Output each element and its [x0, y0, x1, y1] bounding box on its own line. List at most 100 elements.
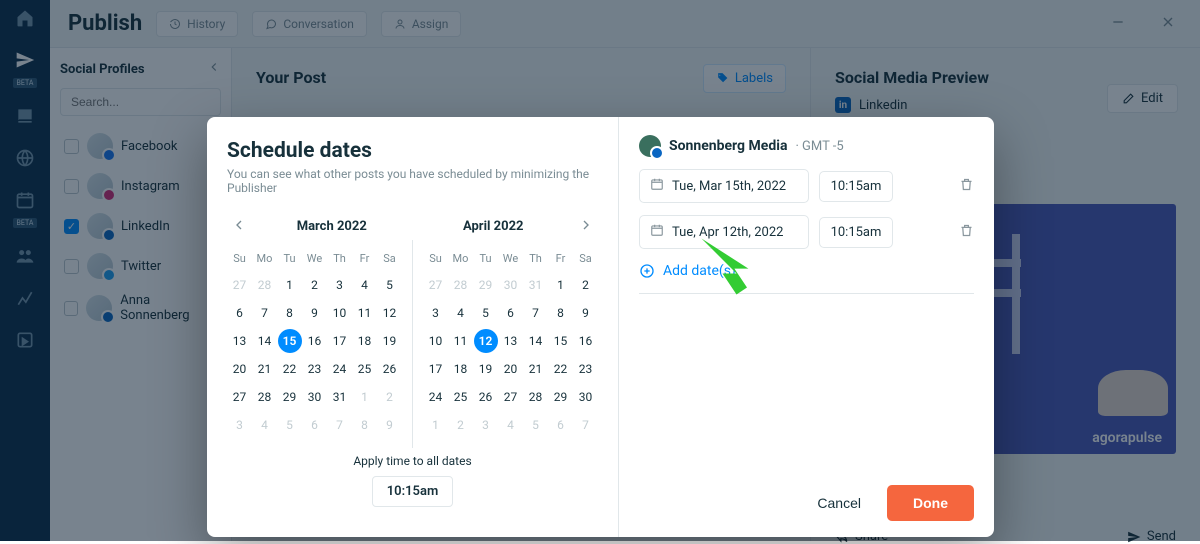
calendar-day[interactable]: 3	[423, 299, 448, 327]
calendar-day[interactable]: 19	[473, 355, 498, 383]
calendar-day[interactable]: 11	[448, 327, 473, 355]
calendar-day[interactable]: 28	[252, 271, 277, 299]
timezone-label: · GMT -5	[795, 139, 843, 154]
cancel-button[interactable]: Cancel	[811, 494, 867, 512]
calendar-day[interactable]: 26	[473, 383, 498, 411]
calendar-day[interactable]: 2	[573, 271, 598, 299]
calendar-day[interactable]: 13	[498, 327, 523, 355]
calendar-day[interactable]: 9	[573, 299, 598, 327]
calendar-day[interactable]: 23	[573, 355, 598, 383]
delete-date-button[interactable]	[959, 177, 974, 196]
calendar-day[interactable]: 6	[227, 299, 252, 327]
calendar-day[interactable]: 27	[227, 271, 252, 299]
calendar-day[interactable]: 5	[473, 299, 498, 327]
scheduled-date-input[interactable]: Tue, Apr 12th, 2022	[639, 215, 809, 249]
calendar-day[interactable]: 12	[473, 327, 498, 355]
calendar-day[interactable]: 27	[498, 383, 523, 411]
calendar-day[interactable]: 6	[548, 411, 573, 439]
calendar-day[interactable]: 3	[327, 271, 352, 299]
calendar-day[interactable]: 10	[423, 327, 448, 355]
calendar-day[interactable]: 11	[352, 299, 377, 327]
apply-time-input[interactable]: 10:15am	[372, 476, 454, 507]
calendar-day[interactable]: 1	[277, 271, 302, 299]
calendar-day[interactable]: 7	[327, 411, 352, 439]
calendar-day[interactable]: 30	[302, 383, 327, 411]
calendar-day[interactable]: 4	[448, 299, 473, 327]
calendar-day[interactable]: 9	[377, 411, 402, 439]
scheduled-date-input[interactable]: Tue, Mar 15th, 2022	[639, 169, 809, 203]
apply-time-label: Apply time to all dates	[227, 454, 598, 468]
calendar-day[interactable]: 31	[327, 383, 352, 411]
calendar-day[interactable]: 28	[523, 383, 548, 411]
calendar-day[interactable]: 10	[327, 299, 352, 327]
calendar-day[interactable]: 21	[252, 355, 277, 383]
calendar-day[interactable]: 28	[252, 383, 277, 411]
calendar-day[interactable]: 17	[327, 327, 352, 355]
calendar-day[interactable]: 5	[523, 411, 548, 439]
calendar-day[interactable]: 4	[352, 271, 377, 299]
calendar-day[interactable]: 8	[352, 411, 377, 439]
calendar-day[interactable]: 3	[473, 411, 498, 439]
calendar-day[interactable]: 18	[448, 355, 473, 383]
calendar-day[interactable]: 17	[423, 355, 448, 383]
calendar-day[interactable]: 24	[327, 355, 352, 383]
done-button[interactable]: Done	[887, 485, 974, 521]
calendar-day[interactable]: 31	[523, 271, 548, 299]
calendar-day[interactable]: 22	[548, 355, 573, 383]
calendar-day[interactable]: 29	[548, 383, 573, 411]
calendar-day[interactable]: 25	[448, 383, 473, 411]
calendar-day[interactable]: 6	[302, 411, 327, 439]
calendar-day[interactable]: 6	[498, 299, 523, 327]
calendar-day[interactable]: 20	[227, 355, 252, 383]
calendar-day[interactable]: 1	[548, 271, 573, 299]
calendar-day[interactable]: 23	[302, 355, 327, 383]
calendar-day[interactable]: 30	[573, 383, 598, 411]
calendar-day[interactable]: 24	[423, 383, 448, 411]
calendar-day[interactable]: 15	[277, 327, 302, 355]
calendar-day[interactable]: 7	[523, 299, 548, 327]
calendar-day[interactable]: 28	[448, 271, 473, 299]
scheduled-time-input[interactable]: 10:15am	[819, 171, 893, 202]
calendar-day[interactable]: 8	[548, 299, 573, 327]
calendar-day[interactable]: 21	[523, 355, 548, 383]
calendar-day[interactable]: 14	[523, 327, 548, 355]
calendar-day[interactable]: 4	[252, 411, 277, 439]
calendar-day[interactable]: 15	[548, 327, 573, 355]
calendar-day[interactable]: 13	[227, 327, 252, 355]
delete-date-button[interactable]	[959, 223, 974, 242]
calendar-day[interactable]: 9	[302, 299, 327, 327]
calendar-day[interactable]: 27	[227, 383, 252, 411]
calendar-day[interactable]: 18	[352, 327, 377, 355]
calendar-day[interactable]: 1	[423, 411, 448, 439]
add-dates-button[interactable]: Add date(s)	[639, 263, 974, 279]
calendar-day[interactable]: 19	[377, 327, 402, 355]
calendar-day[interactable]: 7	[252, 299, 277, 327]
calendar-day[interactable]: 5	[377, 271, 402, 299]
calendar-day[interactable]: 2	[448, 411, 473, 439]
calendar-day[interactable]: 8	[277, 299, 302, 327]
calendar-month-2[interactable]: SuMoTuWeThFrSa27282930311234567891011121…	[423, 246, 598, 439]
calendar-day[interactable]: 22	[277, 355, 302, 383]
scheduled-time-input[interactable]: 10:15am	[819, 217, 893, 248]
calendar-day[interactable]: 14	[252, 327, 277, 355]
calendar-day[interactable]: 1	[352, 383, 377, 411]
calendar-day[interactable]: 5	[277, 411, 302, 439]
calendar-day[interactable]: 26	[377, 355, 402, 383]
prev-month-button[interactable]	[227, 213, 251, 240]
calendar-day[interactable]: 29	[277, 383, 302, 411]
calendar-day[interactable]: 16	[302, 327, 327, 355]
calendar-day[interactable]: 20	[498, 355, 523, 383]
calendar-month-1[interactable]: SuMoTuWeThFrSa27281234567891011121314151…	[227, 246, 402, 439]
calendar-day[interactable]: 12	[377, 299, 402, 327]
calendar-day[interactable]: 25	[352, 355, 377, 383]
calendar-day[interactable]: 29	[473, 271, 498, 299]
calendar-day[interactable]: 3	[227, 411, 252, 439]
calendar-day[interactable]: 30	[498, 271, 523, 299]
next-month-button[interactable]	[574, 213, 598, 240]
calendar-day[interactable]: 4	[498, 411, 523, 439]
calendar-day[interactable]: 2	[302, 271, 327, 299]
calendar-day[interactable]: 7	[573, 411, 598, 439]
calendar-day[interactable]: 27	[423, 271, 448, 299]
calendar-day[interactable]: 2	[377, 383, 402, 411]
calendar-day[interactable]: 16	[573, 327, 598, 355]
